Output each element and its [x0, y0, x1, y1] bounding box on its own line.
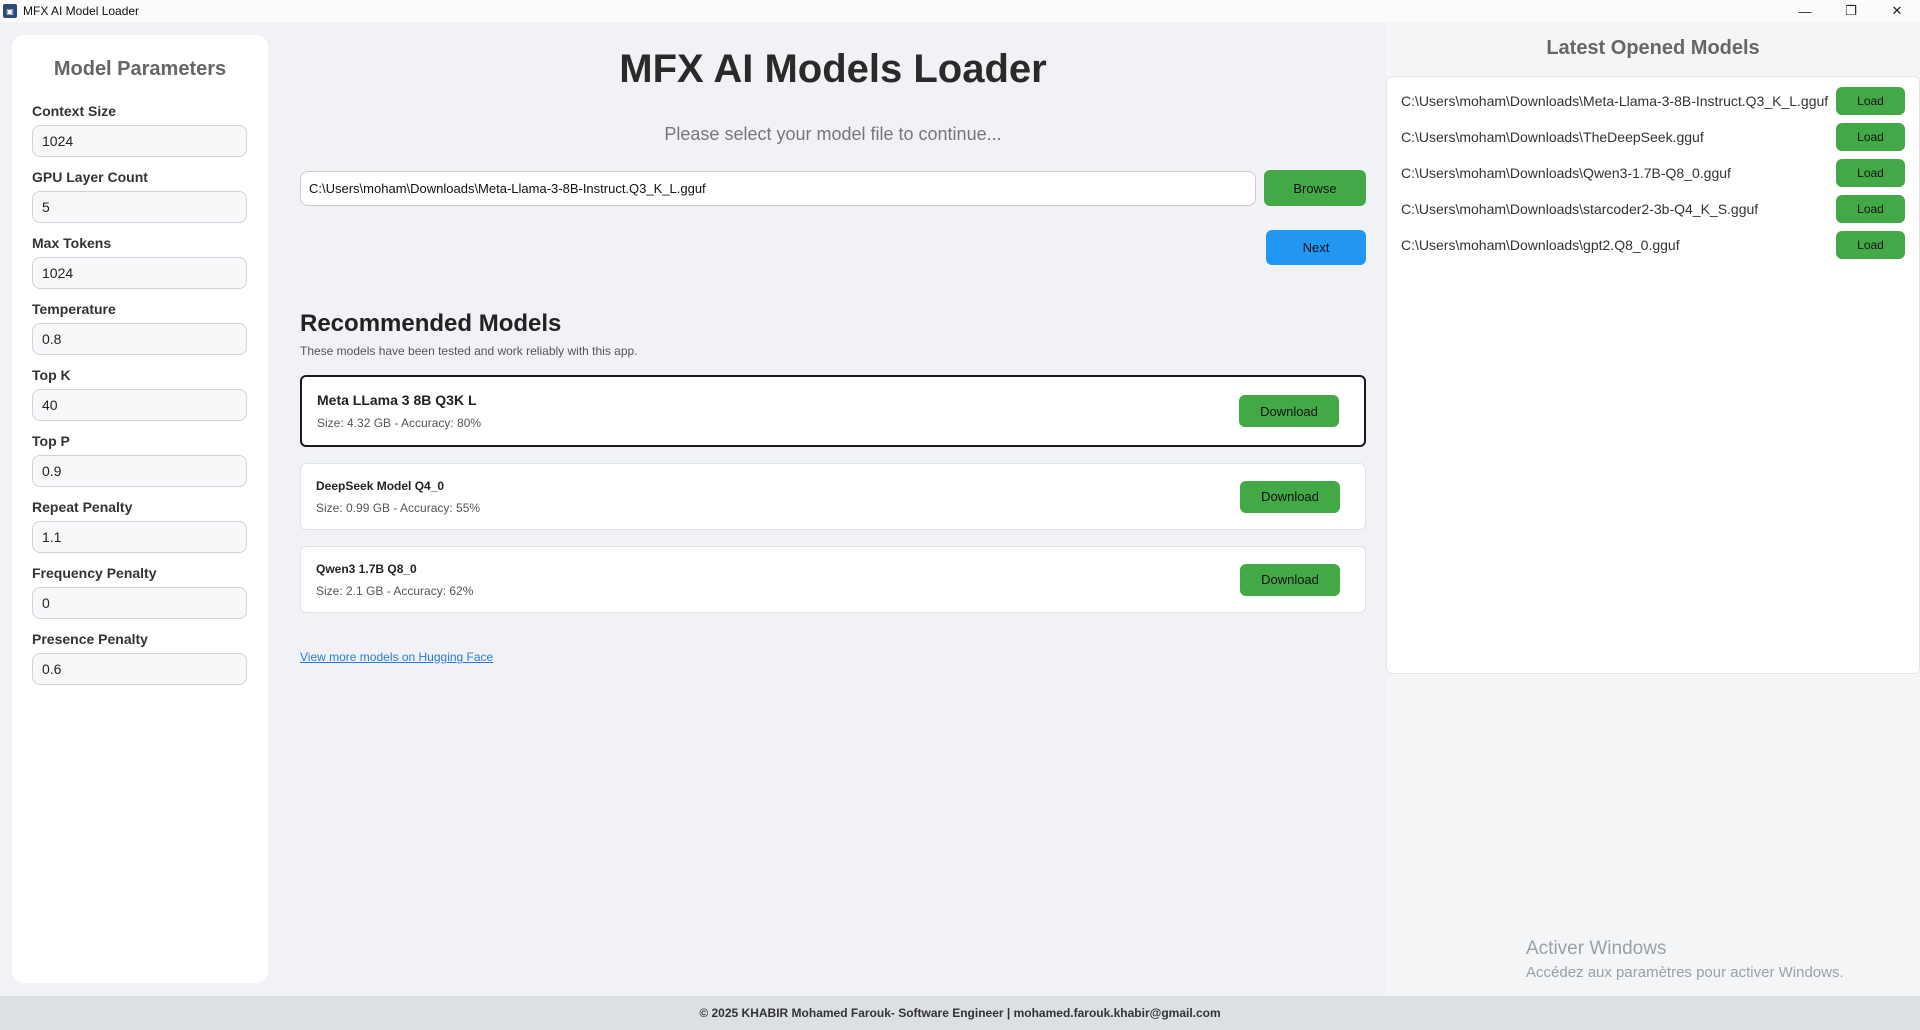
- model-meta: Size: 4.32 GB - Accuracy: 80%: [317, 416, 482, 430]
- recent-title: Latest Opened Models: [1546, 37, 1760, 59]
- model-name: Meta LLama 3 8B Q3K L: [317, 392, 477, 408]
- list-item: C:\Users\moham\Downloads\gpt2.Q8_0.gguf …: [1387, 227, 1919, 263]
- param-top-k: Top K: [32, 367, 248, 421]
- param-frequency-penalty: Frequency Penalty: [32, 565, 248, 619]
- top-p-input[interactable]: [32, 455, 247, 487]
- model-meta: Size: 0.99 GB - Accuracy: 55%: [316, 500, 481, 515]
- model-card[interactable]: DeepSeek Model Q4_0 Size: 0.99 GB - Accu…: [300, 463, 1366, 530]
- recent-models-panel: Latest Opened Models C:\Users\moham\Down…: [1386, 22, 1920, 996]
- hugging-face-link[interactable]: View more models on Hugging Face: [300, 650, 493, 664]
- model-info: Qwen3 1.7B Q8_0 Size: 2.1 GB - Accuracy:…: [316, 562, 473, 598]
- param-presence-penalty: Presence Penalty: [32, 631, 248, 685]
- top-k-input[interactable]: [32, 389, 247, 421]
- param-repeat-penalty: Repeat Penalty: [32, 499, 248, 553]
- recommended-description: These models have been tested and work r…: [300, 344, 638, 358]
- presence-penalty-input[interactable]: [32, 653, 247, 685]
- max-tokens-input[interactable]: [32, 257, 247, 289]
- window-title: MFX AI Model Loader: [23, 4, 140, 18]
- footer-text: © 2025 KHABIR Mohamed Farouk- Software E…: [699, 1006, 1221, 1020]
- recent-path: C:\Users\moham\Downloads\Qwen3-1.7B-Q8_0…: [1401, 165, 1731, 181]
- temperature-input[interactable]: [32, 323, 247, 355]
- page-subtitle: Please select your model file to continu…: [664, 124, 1002, 144]
- recent-path: C:\Users\moham\Downloads\starcoder2-3b-Q…: [1401, 201, 1759, 217]
- close-button[interactable]: ✕: [1874, 0, 1920, 22]
- file-select-row: Browse: [300, 170, 1366, 206]
- load-button[interactable]: Load: [1836, 159, 1905, 187]
- page-title: MFX AI Models Loader: [619, 47, 1047, 91]
- recent-list: C:\Users\moham\Downloads\Meta-Llama-3-8B…: [1386, 76, 1920, 674]
- list-item: C:\Users\moham\Downloads\TheDeepSeek.ggu…: [1387, 119, 1919, 155]
- load-button[interactable]: Load: [1836, 87, 1905, 115]
- download-button[interactable]: Download: [1239, 395, 1339, 427]
- param-temperature: Temperature: [32, 301, 248, 355]
- model-info: DeepSeek Model Q4_0 Size: 0.99 GB - Accu…: [316, 479, 480, 515]
- title-bar: ▣ MFX AI Model Loader — ❐ ✕: [0, 0, 1920, 22]
- model-card[interactable]: Qwen3 1.7B Q8_0 Size: 2.1 GB - Accuracy:…: [300, 546, 1366, 613]
- param-label: Top P: [32, 433, 70, 449]
- gpu-layer-count-input[interactable]: [32, 191, 247, 223]
- window-controls: — ❐ ✕: [1782, 0, 1920, 22]
- recent-path: C:\Users\moham\Downloads\TheDeepSeek.ggu…: [1401, 129, 1704, 145]
- context-size-input[interactable]: [32, 125, 247, 157]
- main-content: MFX AI Models Loader Please select your …: [300, 22, 1366, 666]
- param-label: Repeat Penalty: [32, 499, 133, 515]
- next-row: Next: [300, 230, 1366, 265]
- browse-button[interactable]: Browse: [1264, 170, 1366, 206]
- param-context-size: Context Size: [32, 103, 248, 157]
- frequency-penalty-input[interactable]: [32, 587, 247, 619]
- watermark-title: Activer Windows: [1526, 938, 1667, 959]
- next-button[interactable]: Next: [1266, 230, 1366, 265]
- load-button[interactable]: Load: [1836, 123, 1905, 151]
- model-name: DeepSeek Model Q4_0: [316, 478, 445, 493]
- parameters-sidebar: Model Parameters Context Size GPU Layer …: [12, 35, 268, 983]
- sidebar-title: Model Parameters: [53, 58, 227, 80]
- model-name: Qwen3 1.7B Q8_0: [316, 561, 417, 576]
- model-card[interactable]: Meta LLama 3 8B Q3K L Size: 4.32 GB - Ac…: [300, 375, 1366, 447]
- watermark-subtitle: Accédez aux paramètres pour activer Wind…: [1526, 964, 1844, 981]
- param-label: Max Tokens: [32, 235, 112, 251]
- repeat-penalty-input[interactable]: [32, 521, 247, 553]
- list-item: C:\Users\moham\Downloads\starcoder2-3b-Q…: [1387, 191, 1919, 227]
- footer: © 2025 KHABIR Mohamed Farouk- Software E…: [0, 996, 1920, 1030]
- param-label: Frequency Penalty: [32, 565, 157, 581]
- model-meta: Size: 2.1 GB - Accuracy: 62%: [316, 583, 474, 598]
- activation-watermark: Activer Windows Accédez aux paramètres p…: [1526, 938, 1844, 981]
- load-button[interactable]: Load: [1836, 195, 1905, 223]
- param-top-p: Top P: [32, 433, 248, 487]
- model-info: Meta LLama 3 8B Q3K L Size: 4.32 GB - Ac…: [317, 392, 481, 430]
- param-label: Presence Penalty: [32, 631, 148, 647]
- param-label: Top K: [32, 367, 71, 383]
- recent-path: C:\Users\moham\Downloads\gpt2.Q8_0.gguf: [1401, 237, 1680, 253]
- app-icon: ▣: [3, 4, 17, 18]
- model-path-input[interactable]: [300, 170, 1256, 206]
- param-gpu-layer-count: GPU Layer Count: [32, 169, 248, 223]
- param-label: Context Size: [32, 103, 117, 119]
- recommended-title: Recommended Models: [300, 310, 562, 337]
- download-button[interactable]: Download: [1240, 480, 1340, 513]
- list-item: C:\Users\moham\Downloads\Qwen3-1.7B-Q8_0…: [1387, 155, 1919, 191]
- maximize-button[interactable]: ❐: [1828, 0, 1874, 22]
- load-button[interactable]: Load: [1836, 231, 1905, 259]
- minimize-button[interactable]: —: [1782, 0, 1828, 22]
- param-max-tokens: Max Tokens: [32, 235, 248, 289]
- download-button[interactable]: Download: [1240, 563, 1340, 596]
- list-item: C:\Users\moham\Downloads\Meta-Llama-3-8B…: [1387, 83, 1919, 119]
- param-label: Temperature: [32, 301, 116, 317]
- recent-path: C:\Users\moham\Downloads\Meta-Llama-3-8B…: [1401, 93, 1829, 109]
- param-label: GPU Layer Count: [32, 169, 148, 185]
